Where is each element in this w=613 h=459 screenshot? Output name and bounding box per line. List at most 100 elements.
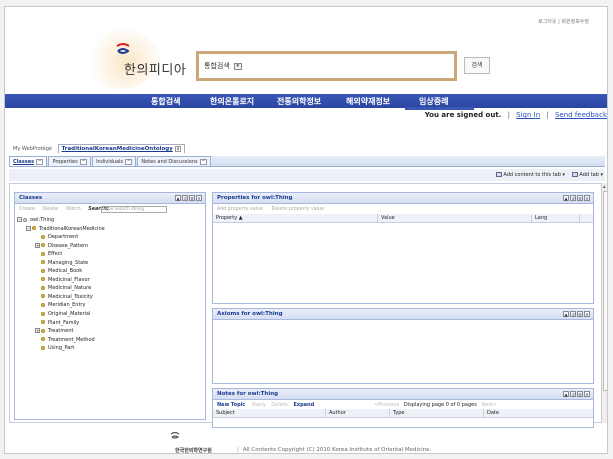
search-scope-select[interactable]: 통합검색 ▾: [204, 61, 242, 71]
nav-item-clinical-cases[interactable]: 임상증례: [419, 96, 448, 107]
column-date[interactable]: Date: [487, 410, 499, 416]
close-icon[interactable]: ✕: [196, 195, 202, 201]
tree-node[interactable]: + Disease_Pattern: [17, 242, 105, 252]
collapse-icon[interactable]: ▲: [563, 195, 569, 201]
tree-node[interactable]: + Treatment: [17, 328, 105, 337]
column-value[interactable]: Value: [381, 215, 395, 221]
column-type[interactable]: Type: [393, 410, 404, 416]
new-topic-button[interactable]: New Topic: [217, 402, 245, 408]
tree-node[interactable]: Medical_Book: [17, 268, 105, 277]
close-icon[interactable]: ✕: [584, 391, 590, 397]
tree-node[interactable]: Managing_State: [17, 260, 105, 269]
tree-node[interactable]: Plant_Family: [17, 320, 105, 329]
tree-node[interactable]: Effect: [17, 251, 105, 260]
settings-icon[interactable]: ⚙: [577, 391, 583, 397]
tree-node-label[interactable]: Effect: [48, 251, 62, 257]
chevron-up-icon[interactable]: ^: [199, 159, 207, 165]
tree-node-label[interactable]: Using_Part: [48, 345, 74, 351]
tree-node-label[interactable]: Plant_Family: [48, 320, 79, 326]
collapse-icon[interactable]: ▲: [563, 311, 569, 317]
scrollbar-thumb[interactable]: [603, 191, 607, 391]
tree-node[interactable]: − owl:Thing: [17, 217, 105, 226]
refresh-icon[interactable]: ↺: [570, 391, 576, 397]
settings-icon[interactable]: ⚙: [189, 195, 195, 201]
logo-text[interactable]: 한의피디아: [124, 59, 186, 78]
expand-button[interactable]: Expand: [293, 402, 314, 408]
refresh-icon[interactable]: ↺: [182, 195, 188, 201]
tab-my-webprotege[interactable]: My WebProtégé: [9, 144, 56, 154]
tree-node-label[interactable]: Department: [48, 234, 78, 240]
tree-node-label[interactable]: Disease_Pattern: [48, 243, 88, 249]
collapse-icon[interactable]: −: [26, 225, 31, 231]
collapse-icon[interactable]: ▲: [175, 195, 181, 201]
tab-notes-discussions[interactable]: Notes and Discussions ^: [137, 156, 211, 166]
tree-node[interactable]: Medicinal_Toxicity: [17, 294, 105, 303]
expand-icon[interactable]: +: [35, 242, 40, 248]
search-box[interactable]: 통합검색 ▾: [196, 51, 457, 81]
close-icon[interactable]: ✕: [584, 195, 590, 201]
close-icon[interactable]: ✕: [584, 311, 590, 317]
delete-button[interactable]: Delete: [42, 207, 58, 212]
delete-property-value-button[interactable]: Delete property value: [272, 207, 324, 212]
nav-item-foreign-herbs[interactable]: 해외약재정보: [346, 96, 390, 107]
tree-node[interactable]: − TraditionalKoreanMedicine: [17, 225, 105, 235]
add-content-button[interactable]: Add content to this tab ▾: [496, 172, 565, 178]
tab-classes[interactable]: Classes ^: [9, 156, 48, 166]
column-lang[interactable]: Lang: [535, 215, 547, 221]
column-property[interactable]: Property ▲: [216, 215, 243, 221]
tree-node-label[interactable]: Medical_Book: [48, 268, 82, 274]
tree-node[interactable]: Treatment_Method: [17, 337, 105, 346]
search-button[interactable]: 검색: [464, 57, 490, 74]
tree-node[interactable]: Original_Material: [17, 311, 105, 320]
sign-in-link[interactable]: Sign In: [516, 111, 540, 119]
chevron-up-icon[interactable]: ^: [125, 159, 133, 165]
add-property-value-button[interactable]: Add property value: [217, 207, 263, 212]
tab-individuals[interactable]: Individuals ^: [92, 156, 137, 166]
workspace-scrollbar[interactable]: ▴: [601, 183, 607, 423]
tree-node-label[interactable]: owl:Thing: [30, 217, 54, 223]
refresh-icon[interactable]: ↺: [570, 311, 576, 317]
tree-node[interactable]: Using_Part: [17, 345, 105, 354]
reply-button[interactable]: Reply: [252, 402, 266, 408]
tab-properties[interactable]: Properties ^: [48, 156, 92, 166]
tree-node-label[interactable]: Medicinal_Nature: [48, 285, 91, 291]
chevron-up-icon[interactable]: ^: [79, 159, 88, 165]
delete-note-button[interactable]: Delete: [271, 402, 287, 408]
tree-node-label[interactable]: Medicinal_Toxicity: [48, 294, 93, 300]
tree-node-label[interactable]: Original_Material: [48, 311, 90, 317]
settings-icon[interactable]: ⚙: [577, 195, 583, 201]
utility-links[interactable]: 로그아웃 | 회원정보수정: [538, 18, 589, 25]
tree-node[interactable]: Meridian_Entry: [17, 302, 105, 311]
column-subject[interactable]: Subject: [216, 410, 235, 416]
expand-icon[interactable]: +: [35, 328, 40, 334]
tree-node-label[interactable]: TraditionalKoreanMedicine: [39, 226, 105, 232]
chevron-down-icon[interactable]: ▾: [233, 62, 242, 70]
tree-node-label[interactable]: Medicinal_Flavor: [48, 277, 90, 283]
create-button[interactable]: Create: [19, 207, 35, 212]
tree-node[interactable]: Medicinal_Flavor: [17, 277, 105, 286]
nav-item-traditional-medicine[interactable]: 전통의학정보: [277, 96, 321, 107]
close-icon[interactable]: x: [174, 146, 182, 152]
tree-node-label[interactable]: Managing_State: [48, 260, 88, 266]
refresh-icon[interactable]: ↺: [570, 195, 576, 201]
collapse-icon[interactable]: ▲: [563, 391, 569, 397]
settings-icon[interactable]: ⚙: [577, 311, 583, 317]
tree-node-label[interactable]: Meridian_Entry: [48, 302, 85, 308]
tree-node-label[interactable]: Treatment_Method: [48, 337, 95, 343]
watch-button[interactable]: Watch: [66, 207, 81, 212]
send-feedback-link[interactable]: Send feedback: [555, 111, 607, 119]
next-page-button[interactable]: Next>: [481, 402, 497, 408]
nav-item-integrated-search[interactable]: 통합검색: [151, 96, 180, 107]
collapse-icon[interactable]: −: [17, 217, 22, 222]
tree-node[interactable]: Medicinal_Nature: [17, 285, 105, 294]
column-author[interactable]: Author: [329, 410, 346, 416]
tab-ontology[interactable]: TraditionalKoreanMedicineOntology x: [57, 144, 186, 153]
nav-item-ontology[interactable]: 한의온톨로지: [210, 96, 254, 107]
tree-node[interactable]: Department: [17, 234, 105, 243]
add-tab-button[interactable]: Add tab ▾: [572, 172, 603, 178]
tree-node-label[interactable]: Treatment: [48, 328, 73, 334]
previous-page-button[interactable]: <Previous: [374, 402, 399, 408]
chevron-up-icon[interactable]: ^: [36, 159, 44, 165]
class-search-input[interactable]: Type search string: [101, 206, 167, 213]
scroll-up-icon[interactable]: ▴: [603, 184, 606, 190]
